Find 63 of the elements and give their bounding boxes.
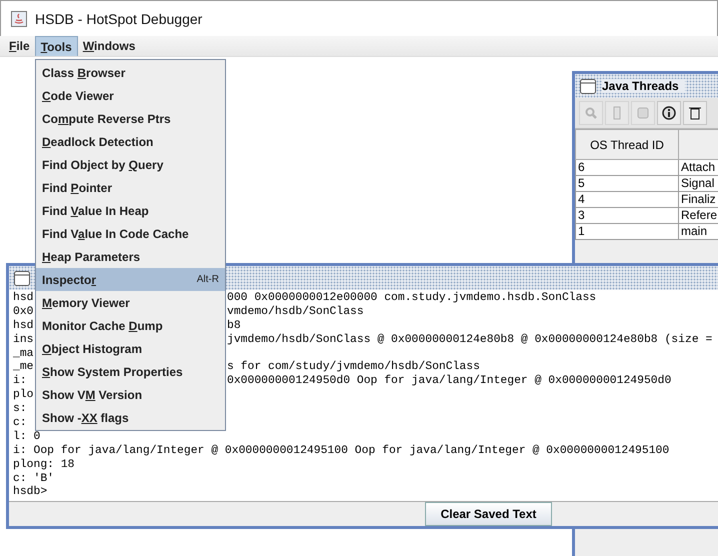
table-cell: 1 <box>576 224 678 240</box>
console-line: l: 0 <box>13 430 40 444</box>
table-cell: 3 <box>576 208 678 224</box>
menu-bar-item[interactable]: Tools <box>34 36 78 56</box>
menu-item[interactable]: Find Value In Heap <box>36 199 225 222</box>
console-line: hsd <box>13 320 34 332</box>
console-line: s: <box>13 403 27 416</box>
table-cell: Attach <box>678 160 718 176</box>
console-line: c: 'B' <box>13 472 54 486</box>
toolbar-button[interactable] <box>683 101 707 125</box>
table-cell: Signal <box>678 176 718 192</box>
menu-bar-item[interactable]: Windows <box>78 36 140 56</box>
menu-item[interactable]: Show VM Version <box>36 383 225 406</box>
console-line: hsdb> <box>13 486 48 500</box>
menu-item[interactable]: Show -XX flags <box>36 406 225 429</box>
console-line: vmdemo/hsdb/SonClass <box>227 306 364 320</box>
table-cell: main <box>678 224 718 240</box>
console-line: 0x00000000124950d0 Oop for java/lang/Integer @ 0x00000000124950d0 <box>227 375 672 390</box>
console-line: jvmdemo/hsdb/SonClass @ 0x00000000124e80b8 @ 0x00000000124e80b8 (size = <box>227 334 712 348</box>
menu-item[interactable]: Find Pointer <box>36 176 225 199</box>
menu-item[interactable]: Inspector Alt-R <box>36 268 225 291</box>
console-line: 000 0x0000000012e00000 com.study.jvmdemo.hsdb.SonClass <box>227 292 596 306</box>
console-line: b8 <box>227 320 241 334</box>
table-cell: Finaliz <box>678 192 718 208</box>
console-line: i: <box>13 375 27 388</box>
toolbar-button[interactable] <box>657 101 681 125</box>
menu-bar-item[interactable]: File <box>4 36 35 56</box>
console-line: ins <box>13 334 34 346</box>
menu-item[interactable]: Class Browser <box>36 61 225 84</box>
menu-item[interactable]: Monitor Cache Dump <box>36 314 225 337</box>
trash-icon <box>687 105 703 121</box>
console-line: plo <box>13 389 34 402</box>
console-line: plong: 18 <box>13 458 75 472</box>
shortcut-label: Alt-R <box>196 274 219 285</box>
console-line: _ma <box>13 348 34 360</box>
column-header[interactable]: OS Thread ID <box>576 130 678 160</box>
menu-item[interactable]: Compute Reverse Ptrs <box>36 107 225 130</box>
console-line: 0x0 <box>13 306 34 318</box>
console-line: _me <box>13 361 34 374</box>
panel-title: Java Threads <box>602 79 685 93</box>
table-cell: Refere <box>678 208 718 224</box>
menu-item[interactable]: Code Viewer <box>36 84 225 107</box>
window-icon <box>580 78 596 94</box>
console-line: c: <box>13 417 27 430</box>
table-cell: 6 <box>576 160 678 176</box>
window-icon <box>14 270 30 286</box>
menu-item[interactable]: Find Value In Code Cache <box>36 222 225 245</box>
menu-item[interactable]: Heap Parameters <box>36 245 225 268</box>
console-line: hsd <box>13 292 34 304</box>
console-line: s for com/study/jvmdemo/hsdb/SonClass <box>227 361 480 374</box>
info-icon <box>661 105 677 121</box>
console-line: i: Oop for java/lang/Integer @ 0x0000000012495100 Oop for java/lang/Integer @ 0x0000000012495100 <box>13 444 670 458</box>
menu-item[interactable]: Deadlock Detection <box>36 130 225 153</box>
menu-item[interactable]: Memory Viewer <box>36 291 225 314</box>
java-app-icon <box>11 10 27 26</box>
menu-item[interactable]: Object Histogram <box>36 337 225 360</box>
menu-item[interactable]: Find Object by Query <box>36 153 225 176</box>
search-icon <box>583 105 599 121</box>
window-title: HSDB - HotSpot Debugger <box>35 10 202 26</box>
table-cell: 5 <box>576 176 678 192</box>
menu-item[interactable]: Show System Properties <box>36 360 225 383</box>
clear-saved-text-button[interactable]: Clear Saved Text <box>425 502 552 526</box>
table-cell: 4 <box>576 192 678 208</box>
